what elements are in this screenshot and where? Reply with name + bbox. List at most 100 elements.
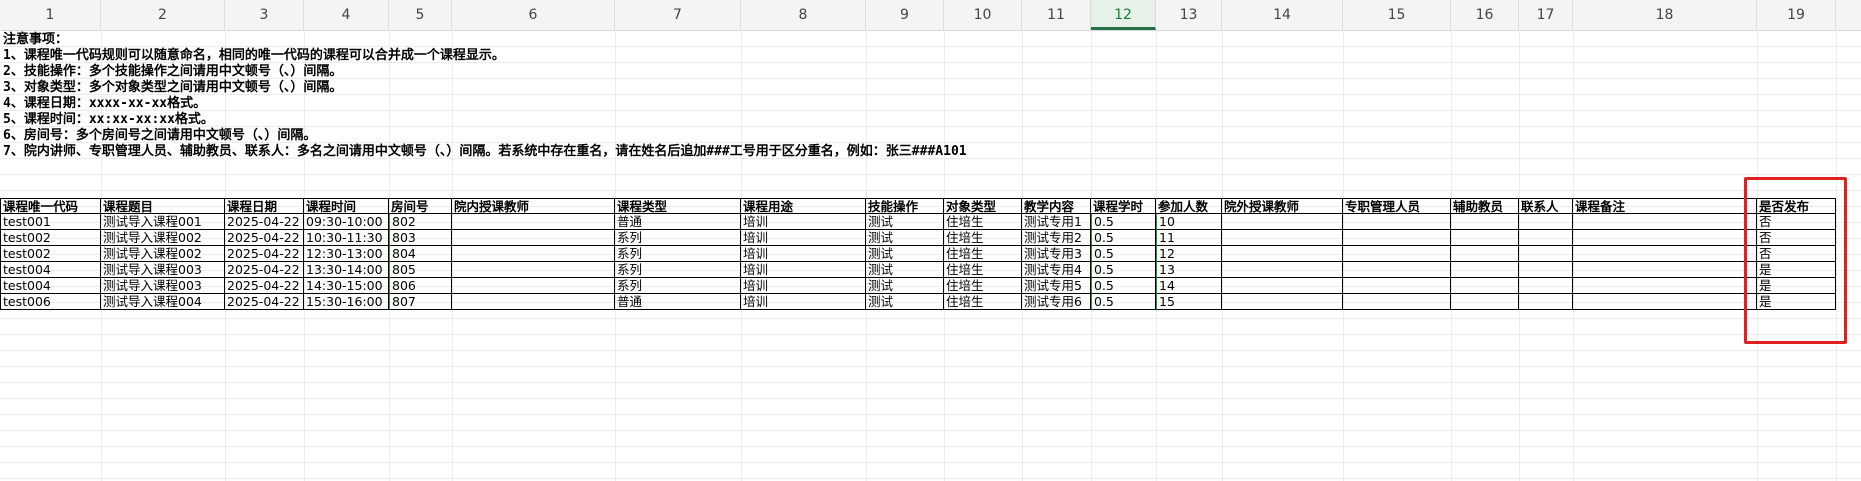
table-header-cell[interactable]: 课程类型 <box>615 198 741 214</box>
table-cell[interactable]: 测试 <box>866 214 944 230</box>
table-cell[interactable]: 住培生 <box>944 214 1022 230</box>
table-cell[interactable] <box>1451 214 1519 230</box>
table-cell[interactable] <box>452 262 615 278</box>
column-header-1[interactable]: 1 <box>0 0 101 30</box>
table-cell[interactable]: 普通 <box>615 294 741 310</box>
table-cell[interactable] <box>1222 294 1343 310</box>
table-cell[interactable]: 测试导入课程001 <box>101 214 225 230</box>
table-cell[interactable] <box>1573 278 1757 294</box>
table-cell[interactable]: 14:30-15:00 <box>304 278 389 294</box>
table-cell[interactable] <box>1451 230 1519 246</box>
table-cell[interactable] <box>1573 214 1757 230</box>
table-cell[interactable]: 测试专用3 <box>1022 246 1091 262</box>
table-header-cell[interactable]: 专职管理人员 <box>1343 198 1451 214</box>
table-cell[interactable] <box>1343 262 1451 278</box>
table-cell[interactable]: 普通 <box>615 214 741 230</box>
table-cell[interactable]: 2025-04-22 <box>225 246 304 262</box>
table-cell[interactable]: test002 <box>0 230 101 246</box>
column-header-bar[interactable]: 1 2 3 4 5 6 7 8 9 10 11 12 13 14 15 16 17 18 19 <box>0 0 1861 31</box>
table-cell[interactable] <box>1451 246 1519 262</box>
table-cell[interactable]: 测试导入课程002 <box>101 230 225 246</box>
column-header-7[interactable]: 7 <box>615 0 741 30</box>
table-cell[interactable]: 测试专用4 <box>1022 262 1091 278</box>
table-cell[interactable]: 测试 <box>866 262 944 278</box>
table-cell[interactable]: test004 <box>0 278 101 294</box>
table-cell[interactable]: 803 <box>389 230 452 246</box>
table-cell[interactable] <box>1222 278 1343 294</box>
table-cell[interactable]: 测试 <box>866 278 944 294</box>
column-header-6[interactable]: 6 <box>452 0 615 30</box>
table-cell[interactable] <box>1519 230 1573 246</box>
table-cell[interactable]: 测试导入课程004 <box>101 294 225 310</box>
column-header-9[interactable]: 9 <box>866 0 944 30</box>
table-cell[interactable]: 13:30-14:00 <box>304 262 389 278</box>
table-cell[interactable] <box>452 214 615 230</box>
column-header-8[interactable]: 8 <box>741 0 866 30</box>
table-cell[interactable]: test001 <box>0 214 101 230</box>
column-header-4[interactable]: 4 <box>304 0 389 30</box>
table-cell[interactable] <box>452 230 615 246</box>
table-header-cell[interactable]: 教学内容 <box>1022 198 1091 214</box>
table-cell[interactable]: 0.5 <box>1091 294 1156 310</box>
table-cell[interactable] <box>1519 294 1573 310</box>
column-header-2[interactable]: 2 <box>101 0 225 30</box>
table-cell[interactable]: test006 <box>0 294 101 310</box>
table-cell[interactable]: 10 <box>1156 214 1222 230</box>
table-cell[interactable] <box>1519 214 1573 230</box>
table-header-cell[interactable]: 课程学时 <box>1091 198 1156 214</box>
spreadsheet-view[interactable]: 1 2 3 4 5 6 7 8 9 10 11 12 13 14 15 16 17 18 19 注意事项： 1、课程唯… <box>0 0 1861 481</box>
table-cell[interactable]: 住培生 <box>944 262 1022 278</box>
table-cell[interactable] <box>1519 262 1573 278</box>
table-cell[interactable]: 807 <box>389 294 452 310</box>
table-cell[interactable]: 0.5 <box>1091 246 1156 262</box>
table-header-cell[interactable]: 技能操作 <box>866 198 944 214</box>
table-cell[interactable] <box>1343 294 1451 310</box>
table-cell[interactable]: 测试 <box>866 230 944 246</box>
table-cell[interactable]: 802 <box>389 214 452 230</box>
table-cell[interactable] <box>1222 230 1343 246</box>
table-cell[interactable]: 11 <box>1156 230 1222 246</box>
table-header-cell[interactable]: 院内授课教师 <box>452 198 615 214</box>
table-cell[interactable] <box>1343 214 1451 230</box>
table-cell[interactable]: 培训 <box>741 278 866 294</box>
table-cell[interactable]: 培训 <box>741 230 866 246</box>
table-cell[interactable]: 培训 <box>741 246 866 262</box>
table-cell[interactable]: 805 <box>389 262 452 278</box>
table-cell[interactable]: 住培生 <box>944 230 1022 246</box>
table-cell[interactable]: test002 <box>0 246 101 262</box>
table-cell[interactable]: 14 <box>1156 278 1222 294</box>
table-cell[interactable]: 住培生 <box>944 278 1022 294</box>
table-cell[interactable] <box>1573 294 1757 310</box>
table-cell[interactable]: 2025-04-22 <box>225 278 304 294</box>
table-cell[interactable]: 0.5 <box>1091 230 1156 246</box>
column-header-11[interactable]: 11 <box>1022 0 1091 30</box>
table-cell[interactable] <box>1573 230 1757 246</box>
table-cell[interactable]: 测试专用1 <box>1022 214 1091 230</box>
column-header-16[interactable]: 16 <box>1451 0 1519 30</box>
table-cell[interactable]: 0.5 <box>1091 278 1156 294</box>
column-header-15[interactable]: 15 <box>1343 0 1451 30</box>
table-cell[interactable]: 2025-04-22 <box>225 262 304 278</box>
table-cell[interactable]: 测试 <box>866 294 944 310</box>
table-cell[interactable]: 系列 <box>615 278 741 294</box>
column-header-5[interactable]: 5 <box>389 0 452 30</box>
table-cell[interactable]: 系列 <box>615 230 741 246</box>
table-cell[interactable]: 测试导入课程002 <box>101 246 225 262</box>
table-cell[interactable]: 系列 <box>615 262 741 278</box>
table-header-cell[interactable]: 院外授课教师 <box>1222 198 1343 214</box>
table-cell[interactable]: 12:30-13:00 <box>304 246 389 262</box>
table-cell[interactable] <box>1451 262 1519 278</box>
table-cell[interactable]: 2025-04-22 <box>225 294 304 310</box>
table-cell[interactable]: 测试专用2 <box>1022 230 1091 246</box>
table-cell[interactable]: 测试专用5 <box>1022 278 1091 294</box>
table-header-cell[interactable]: 课程用途 <box>741 198 866 214</box>
table-cell[interactable] <box>1573 246 1757 262</box>
table-cell[interactable] <box>1451 294 1519 310</box>
table-header-cell[interactable]: 参加人数 <box>1156 198 1222 214</box>
table-cell[interactable]: 培训 <box>741 262 866 278</box>
table-cell[interactable]: 测试专用6 <box>1022 294 1091 310</box>
table-cell[interactable] <box>1519 246 1573 262</box>
table-cell[interactable] <box>1343 278 1451 294</box>
table-cell[interactable]: 培训 <box>741 294 866 310</box>
table-cell[interactable]: 15:30-16:00 <box>304 294 389 310</box>
